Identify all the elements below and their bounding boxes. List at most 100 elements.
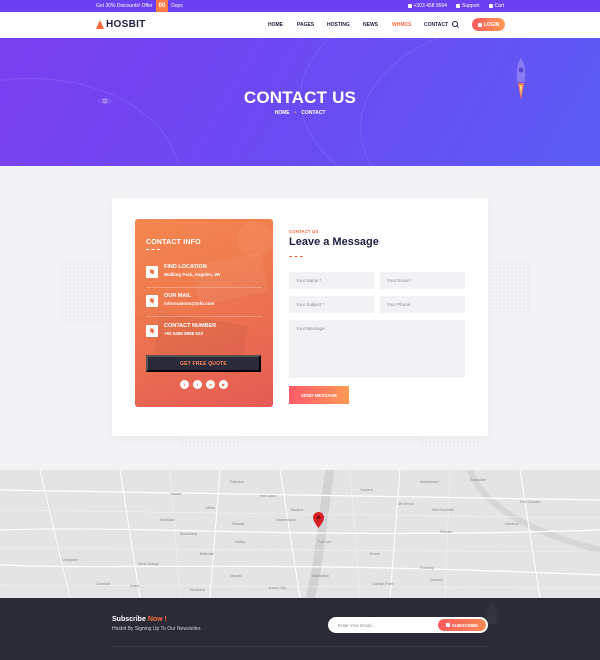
- nav-item-hosting[interactable]: HOSTING: [327, 22, 350, 28]
- social-links: f t in ▶: [180, 380, 228, 389]
- dots-decoration: [180, 436, 240, 450]
- discount-offer: Get 30% Discounts! Offer 00 Days: [96, 0, 183, 12]
- phone-link[interactable]: +303 458 9564: [407, 3, 447, 9]
- login-label: LOGIN: [483, 21, 500, 28]
- info-mail: OUR MAIL informations@info.com: [146, 293, 266, 313]
- send-icon: [445, 623, 450, 627]
- map-label: Manhattan: [312, 574, 329, 578]
- chat-icon: [456, 4, 461, 8]
- mail-label: OUR MAIL: [164, 293, 192, 299]
- email-field[interactable]: Your Email *: [380, 272, 465, 289]
- map-label: Flushing: [420, 566, 434, 570]
- map-label: College Point: [372, 582, 394, 586]
- user-icon: [477, 22, 482, 27]
- map-label: Teaneck: [290, 508, 304, 512]
- phone-field[interactable]: Your Phone: [380, 296, 465, 313]
- send-message-button[interactable]: SEND MESSAGE: [289, 386, 349, 404]
- phone-value[interactable]: +92 5456 8898 523: [164, 331, 203, 336]
- breadcrumb-separator: •: [294, 110, 297, 116]
- map-label: Paterson: [230, 480, 245, 484]
- nav-item-whmcs[interactable]: WHMCS: [392, 22, 411, 28]
- subscribe-button-label: SUBSCRIBE: [451, 622, 479, 628]
- get-free-quote-button[interactable]: GET FREE QUOTE: [146, 355, 261, 372]
- info-phone: CONTACT NUMBER +92 5456 8898 523: [146, 323, 266, 343]
- map-label: Bloomfield: [180, 532, 197, 536]
- nav-item-home[interactable]: HOME: [268, 22, 283, 28]
- logo-icon: [96, 20, 104, 29]
- login-button[interactable]: LOGIN: [472, 18, 505, 31]
- message-textarea[interactable]: Your Message: [289, 320, 465, 378]
- map-label: Jersey City: [268, 586, 286, 590]
- offer-text: Get 30% Discounts! Offer: [96, 3, 153, 9]
- map-label: West Orange: [138, 562, 160, 566]
- map-label: Clifton: [205, 506, 216, 510]
- page-hero: CONTACT US HOME • CONTACT: [0, 38, 600, 166]
- cart-link[interactable]: Cart: [488, 3, 504, 9]
- site-logo[interactable]: HOSBIT: [96, 19, 146, 30]
- subscribe-title: Subscribe Now !: [112, 616, 167, 623]
- days-label: Days: [171, 3, 183, 9]
- phone-icon: [407, 4, 412, 8]
- page-title: CONTACT US: [243, 88, 357, 107]
- footer: [0, 598, 600, 660]
- map-label: Nutley: [235, 540, 246, 544]
- mail-icon: [146, 295, 158, 307]
- search-icon[interactable]: [452, 21, 459, 28]
- main-navbar: HOSBIT HOME PAGES HOSTING NEWS WHMCS CON…: [0, 12, 600, 38]
- rocket-icon: [513, 58, 529, 100]
- subscribe-button[interactable]: SUBSCRIBE: [438, 619, 486, 631]
- subscribe-title-now: Now !: [147, 616, 167, 623]
- title-underline: [146, 249, 160, 250]
- mail-value[interactable]: informations@info.com: [164, 301, 214, 306]
- map-label: Montclair: [160, 518, 175, 522]
- contact-info-panel: CONTACT INFO FIND LOCATION Walking Park,…: [135, 219, 273, 407]
- cart-label: Cart: [494, 3, 504, 9]
- map-label: Mt Vernon: [398, 502, 415, 506]
- map-label: Hackensack: [276, 518, 296, 522]
- youtube-icon[interactable]: ▶: [219, 380, 228, 389]
- info-location: FIND LOCATION Walking Park, Angeles, WI: [146, 264, 266, 284]
- subscribe-title-text: Subscribe: [112, 616, 146, 623]
- map-label: Pelham: [440, 530, 453, 534]
- divider: [146, 316, 262, 317]
- location-map[interactable]: Paterson Clifton Passaic Hackensack Yonk…: [0, 470, 600, 598]
- facebook-icon[interactable]: f: [180, 380, 189, 389]
- location-value: Walking Park, Angeles, WI: [164, 272, 220, 277]
- map-label: Scarsdale: [470, 478, 486, 482]
- nav-item-news[interactable]: NEWS: [363, 22, 378, 28]
- map-pin-icon: [146, 266, 158, 278]
- contact-info-title: CONTACT INFO: [146, 239, 201, 246]
- map-label: Passaic: [232, 522, 245, 526]
- map-label: Harrison: [505, 522, 519, 526]
- nav-item-pages[interactable]: PAGES: [297, 22, 314, 28]
- divider: [146, 287, 262, 288]
- subscribe-text: Hosbit By Signing Up To Our Newsletter.: [112, 626, 202, 632]
- map-pin-icon[interactable]: [313, 512, 324, 528]
- map-roads: [0, 470, 600, 598]
- top-announcement-bar: Get 30% Discounts! Offer 00 Days +303 45…: [0, 0, 600, 12]
- map-label: Bronx: [370, 552, 380, 556]
- linkedin-icon[interactable]: in: [206, 380, 215, 389]
- map-label: Totowa: [170, 492, 182, 496]
- subject-field[interactable]: Your Subject *: [289, 296, 374, 313]
- top-links: +303 458 9564 Support Cart: [407, 0, 504, 12]
- name-field[interactable]: Your Name *: [289, 272, 374, 289]
- dots-decoration: [60, 262, 110, 322]
- map-label: Cranford: [96, 582, 110, 586]
- days-counter: 00: [155, 0, 169, 12]
- nav-item-contact[interactable]: CONTACT: [424, 22, 448, 28]
- dots-decoration: [420, 436, 480, 450]
- breadcrumb-home[interactable]: HOME: [275, 110, 290, 116]
- phone-icon: [146, 325, 158, 337]
- location-label: FIND LOCATION: [164, 264, 207, 270]
- breadcrumb-current: CONTACT: [301, 110, 326, 116]
- twitter-icon[interactable]: t: [193, 380, 202, 389]
- map-label: Newark: [230, 574, 243, 578]
- form-title: Leave a Message: [289, 236, 379, 248]
- map-label: Port Chester: [520, 500, 541, 504]
- support-link[interactable]: Support: [456, 3, 480, 9]
- map-label: Belleville: [200, 552, 215, 556]
- map-label: New Rochelle: [432, 508, 455, 512]
- support-label: Support: [462, 3, 480, 9]
- map-label: Livingston: [62, 558, 79, 562]
